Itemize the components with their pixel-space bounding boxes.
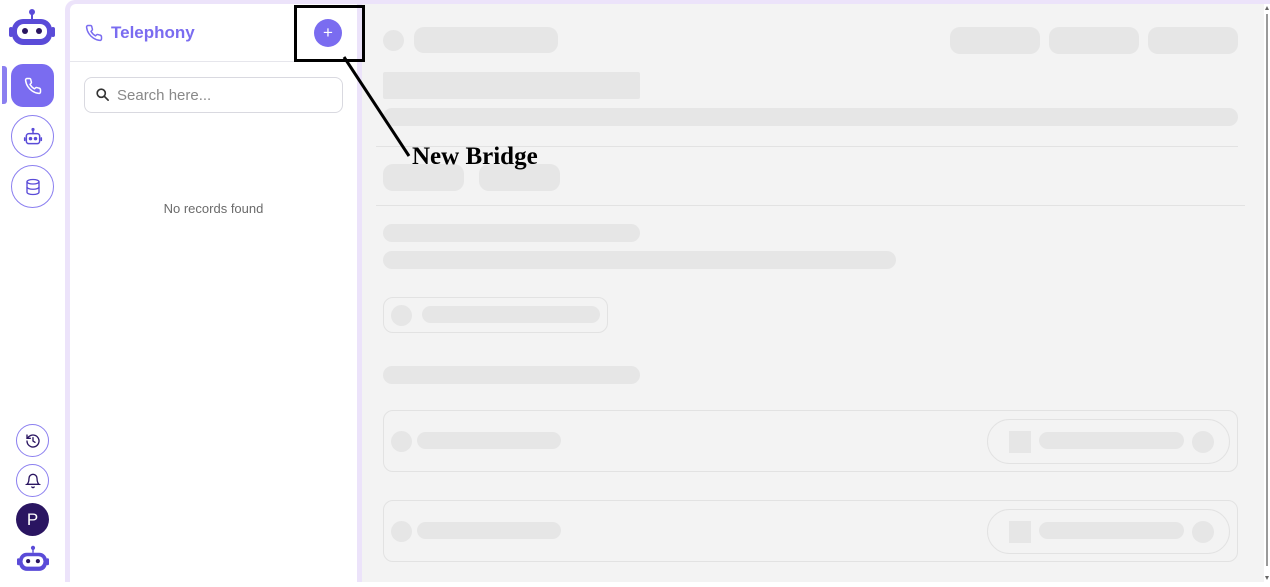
notifications-button[interactable] [16,464,49,497]
user-avatar[interactable]: P [16,503,49,536]
skeleton-heading [383,72,640,99]
nav-rail: P [0,0,65,582]
skeleton-avatar [391,305,412,326]
bell-icon [24,473,41,488]
annotation-label: New Bridge [412,143,538,170]
skeleton-line [383,224,640,242]
skeleton-action [1049,27,1139,54]
skeleton-line [383,251,896,269]
phone-icon [85,24,103,47]
assistant-bot-logo[interactable] [17,544,49,574]
active-indicator [2,66,7,104]
skeleton-avatar [1192,431,1214,453]
skeleton-square [1009,431,1031,453]
skeleton-avatar [391,521,412,542]
skeleton-action [1148,27,1238,54]
divider [376,205,1245,206]
telephony-sidebar: Telephony + No records found [70,4,357,582]
app-logo [9,8,55,48]
skeleton-action [950,27,1040,54]
avatar-initial: P [26,509,39,529]
content-loading-skeleton [362,4,1264,582]
history-button[interactable] [16,424,49,457]
skeleton-avatar [383,30,404,51]
empty-state-text: No records found [163,201,264,216]
skeleton-line [383,108,1238,126]
phone-icon [24,77,41,94]
page-title: Telephony [111,23,195,42]
skeleton-avatar [391,431,412,452]
bot-icon [23,127,42,144]
skeleton-avatar [1192,521,1214,543]
database-icon [25,178,40,195]
annotation-highlight-box [294,5,365,62]
nav-database-button[interactable] [11,165,54,208]
skeleton-line [383,366,640,384]
skeleton-line [1039,522,1184,539]
nav-bots-button[interactable] [11,115,54,158]
skeleton-line [417,522,561,539]
skeleton-title [414,27,558,53]
search-box[interactable] [84,77,343,113]
skeleton-line [417,432,561,449]
search-icon [95,87,110,107]
history-icon [25,433,40,448]
annotation-pointer-line [342,56,411,157]
scrollbar[interactable] [1264,4,1270,582]
skeleton-line [422,306,600,323]
nav-telephony-button[interactable] [11,64,54,107]
search-input[interactable] [117,85,332,105]
skeleton-square [1009,521,1031,543]
skeleton-line [1039,432,1184,449]
